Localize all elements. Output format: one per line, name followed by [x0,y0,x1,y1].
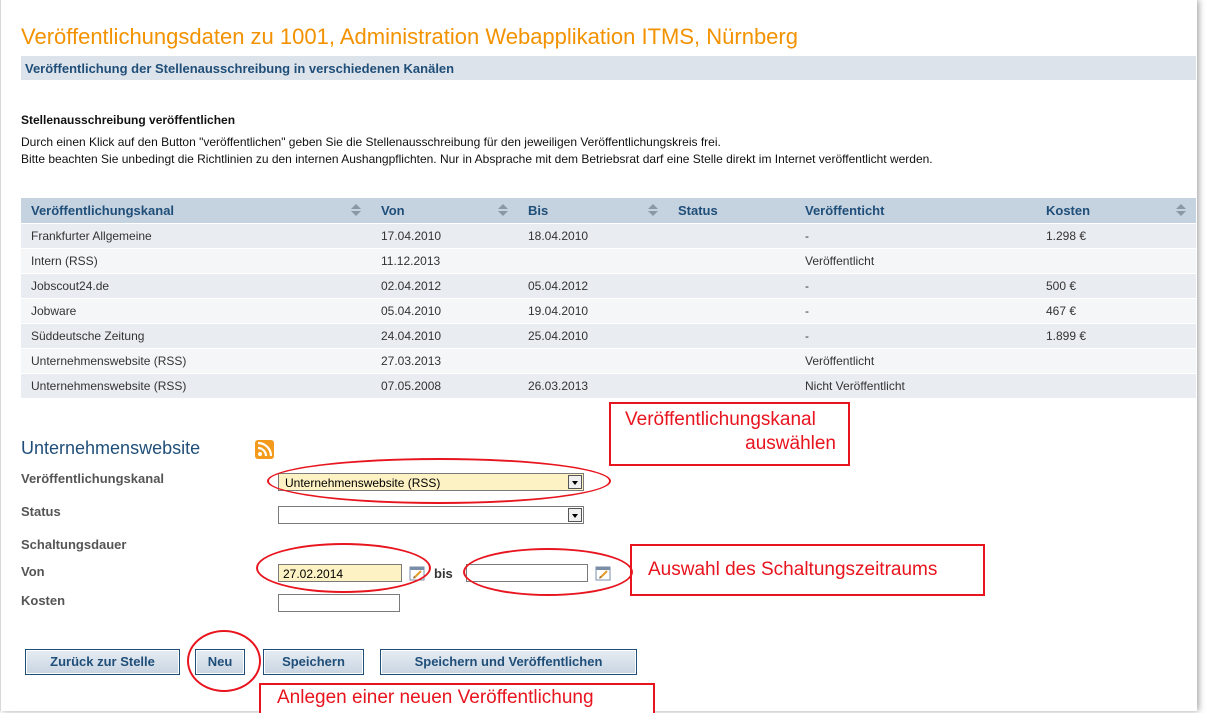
cell-status [668,273,795,299]
cell-von: 07.05.2008 [371,373,518,398]
page-frame: Veröffentlichungsdaten zu 1001, Administ… [0,0,1197,713]
publications-table: Veröffentlichungskanal Von Bis Status Ve… [21,198,1196,398]
bis-date-input[interactable] [466,564,588,582]
column-header-kanal[interactable]: Veröffentlichungskanal [21,198,371,224]
cell-von: 11.12.2013 [371,248,518,274]
rss-icon[interactable] [255,440,274,459]
cell-von: 24.04.2010 [371,323,518,349]
annotation-neu: Anlegen einer neuen Veröffentlichung [259,683,655,713]
cell-kosten [1036,248,1196,274]
status-select[interactable] [278,506,584,524]
column-header-status: Status [668,198,795,224]
cell-kanal: Unternehmenswebsite (RSS) [21,348,371,374]
page-subtitle: Veröffentlichung der Stellenausschreibun… [25,61,455,76]
cell-bis: 19.04.2010 [518,298,668,324]
status-label: Status [21,504,61,519]
cell-kosten: 500 € [1036,273,1196,299]
table-row[interactable]: Intern (RSS) 11.12.2013 Veröffentlicht [21,248,1196,274]
info-text-2: Bitte beachten Sie unbedingt die Richtli… [21,152,933,166]
cell-veroeffentlicht: - [795,273,1036,299]
calendar-icon[interactable] [409,565,425,581]
column-header-veroeffentlicht: Veröffenticht [795,198,1036,224]
cell-kanal: Jobscout24.de [21,273,371,299]
form-title: Unternehmenswebsite [21,438,201,458]
von-label: Von [21,564,45,579]
von-date-input[interactable]: 27.02.2014 [278,564,402,582]
cell-bis: 05.04.2012 [518,273,668,299]
cell-status [668,373,795,398]
kanal-label: Veröffentlichungskanal [21,471,165,486]
cell-veroeffentlicht: Nicht Veröffentlicht [795,373,1036,398]
table-row[interactable]: Frankfurter Allgemeine 17.04.2010 18.04.… [21,223,1196,249]
table-row[interactable]: Jobware 05.04.2010 19.04.2010 - 467 € [21,298,1196,324]
schaltungsdauer-label: Schaltungsdauer [21,537,127,552]
sort-icon[interactable] [351,204,361,216]
cell-kosten [1036,373,1196,398]
kosten-input[interactable] [278,594,400,612]
cell-von: 02.04.2012 [371,273,518,299]
cell-von: 17.04.2010 [371,223,518,249]
cell-veroeffentlicht: Veröffentlicht [795,348,1036,374]
von-date-value: 27.02.2014 [283,567,344,581]
cell-veroeffentlicht: Veröffentlicht [795,248,1036,274]
cell-status [668,223,795,249]
chevron-down-icon[interactable] [568,475,582,489]
kanal-select[interactable]: Unternehmenswebsite (RSS) [278,473,584,491]
table-header-row: Veröffentlichungskanal Von Bis Status Ve… [21,198,1196,224]
cell-von: 27.03.2013 [371,348,518,374]
cell-status [668,298,795,324]
new-button[interactable]: Neu [195,649,245,675]
cell-status [668,248,795,274]
cell-kanal: Intern (RSS) [21,248,371,274]
annotation-kanal-line1: Veröffentlichungskanal [625,409,816,430]
annotation-kanal-line2: auswählen [745,433,836,454]
cell-kosten [1036,348,1196,374]
cell-kanal: Süddeutsche Zeitung [21,323,371,349]
calendar-icon[interactable] [595,565,611,581]
sort-icon[interactable] [498,204,508,216]
cell-status [668,323,795,349]
cell-bis [518,248,668,274]
section-heading: Stellenausschreibung veröffentlichen [21,113,236,127]
annotation-kanal: Veröffentlichungskanal auswählen [609,402,850,466]
table-row[interactable]: Unternehmenswebsite (RSS) 07.05.2008 26.… [21,373,1196,398]
cell-veroeffentlicht: - [795,323,1036,349]
column-header-von[interactable]: Von [371,198,518,224]
column-header-kosten[interactable]: Kosten [1036,198,1196,224]
cell-bis: 18.04.2010 [518,223,668,249]
annotation-zeitraum-text: Auswahl des Schaltungszeitraums [648,559,938,580]
cell-kanal: Jobware [21,298,371,324]
cell-kanal: Frankfurter Allgemeine [21,223,371,249]
table-row[interactable]: Unternehmenswebsite (RSS) 27.03.2013 Ver… [21,348,1196,374]
save-and-publish-button[interactable]: Speichern und Veröffentlichen [380,649,637,675]
cell-kosten: 467 € [1036,298,1196,324]
chevron-down-icon[interactable] [568,508,582,522]
cell-status [668,348,795,374]
cell-kosten: 1.298 € [1036,223,1196,249]
cell-veroeffentlicht: - [795,298,1036,324]
cell-bis: 25.04.2010 [518,323,668,349]
cell-bis: 26.03.2013 [518,373,668,398]
save-button[interactable]: Speichern [263,649,364,675]
kanal-select-value: Unternehmenswebsite (RSS) [285,476,441,490]
cell-kosten: 1.899 € [1036,323,1196,349]
bis-label: bis [434,566,453,581]
page-title: Veröffentlichungsdaten zu 1001, Administ… [21,24,798,49]
annotation-zeitraum: Auswahl des Schaltungszeitraums [630,544,985,596]
back-to-position-button[interactable]: Zurück zur Stelle [25,649,180,675]
subtitle-bar: Veröffentlichung der Stellenausschreibun… [21,56,1196,80]
cell-von: 05.04.2010 [371,298,518,324]
cell-bis [518,348,668,374]
column-header-bis[interactable]: Bis [518,198,668,224]
table-row[interactable]: Jobscout24.de 02.04.2012 05.04.2012 - 50… [21,273,1196,299]
cell-veroeffentlicht: - [795,223,1036,249]
table-row[interactable]: Süddeutsche Zeitung 24.04.2010 25.04.201… [21,323,1196,349]
kosten-label: Kosten [21,593,66,608]
sort-icon[interactable] [648,204,658,216]
cell-kanal: Unternehmenswebsite (RSS) [21,373,371,398]
sort-icon[interactable] [1176,204,1186,216]
annotation-neu-text: Anlegen einer neuen Veröffentlichung [277,687,594,708]
info-text-1: Durch einen Klick auf den Button "veröff… [21,135,721,149]
